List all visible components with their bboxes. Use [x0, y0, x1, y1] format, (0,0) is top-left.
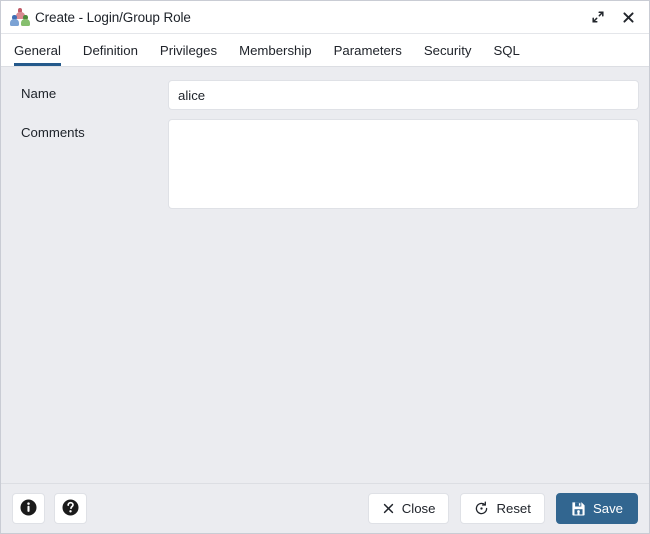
dialog-footer: Close Reset Save — [1, 483, 649, 533]
general-tab-panel: Name Comments — [1, 67, 649, 483]
reset-button-label: Reset — [496, 501, 531, 516]
tab-membership[interactable]: Membership — [228, 34, 323, 66]
tab-privileges[interactable]: Privileges — [149, 34, 228, 66]
name-label: Name — [21, 86, 57, 101]
tab-label: Security — [423, 42, 472, 58]
close-icon[interactable] — [620, 9, 636, 25]
footer-left-actions — [12, 493, 87, 524]
footer-right-actions: Close Reset Save — [367, 493, 638, 524]
tab-label: General — [14, 42, 61, 58]
reset-circular-arrow-icon — [474, 501, 489, 516]
close-button-label: Close — [401, 501, 436, 516]
name-field-wrap — [168, 80, 639, 110]
tab-definition[interactable]: Definition — [72, 34, 149, 66]
comments-label: Comments — [21, 125, 85, 140]
tab-general[interactable]: General — [14, 34, 72, 66]
question-circle-icon — [62, 499, 79, 519]
close-button[interactable]: Close — [367, 493, 450, 524]
window-title: Create - Login/Group Role — [35, 9, 191, 25]
title-bar: Create - Login/Group Role — [1, 1, 649, 34]
help-button[interactable] — [54, 493, 87, 524]
create-login-group-role-dialog: Create - Login/Group Role General Defini… — [0, 0, 650, 534]
tab-bar: General Definition Privileges Membership… — [1, 34, 649, 67]
tab-label: SQL — [493, 42, 520, 58]
info-circle-icon — [20, 499, 37, 519]
tab-security[interactable]: Security — [413, 34, 483, 66]
save-button[interactable]: Save — [555, 493, 638, 524]
save-button-label: Save — [592, 501, 623, 516]
close-x-icon — [382, 502, 395, 515]
maximize-icon[interactable] — [590, 9, 606, 25]
tab-label: Definition — [82, 42, 138, 58]
tab-label: Privileges — [159, 42, 218, 58]
comments-row: Comments — [11, 119, 639, 214]
reset-button[interactable]: Reset — [460, 493, 545, 524]
comments-textarea[interactable] — [168, 119, 639, 209]
tab-label: Parameters — [333, 42, 402, 58]
save-floppy-icon — [571, 501, 586, 516]
group-role-icon — [10, 8, 30, 26]
name-input[interactable] — [168, 80, 639, 110]
info-button[interactable] — [12, 493, 45, 524]
tab-sql[interactable]: SQL — [482, 34, 530, 66]
title-bar-left: Create - Login/Group Role — [10, 8, 590, 26]
tab-parameters[interactable]: Parameters — [323, 34, 413, 66]
name-row: Name — [11, 80, 639, 110]
tab-label: Membership — [239, 42, 312, 58]
window-controls — [590, 9, 639, 25]
comments-field-wrap — [168, 119, 639, 214]
